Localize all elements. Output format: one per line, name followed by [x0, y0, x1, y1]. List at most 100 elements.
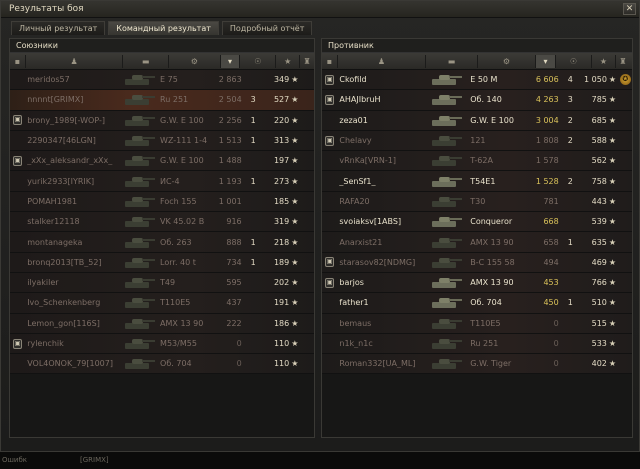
table-row[interactable]: ▣ starasov82[NDMG] B-C 155 58 494 469 ★: [322, 252, 632, 273]
tank-name: Conqueror: [470, 217, 513, 227]
platoon-icon: ▣: [325, 257, 335, 268]
platoon-cell: ▣: [10, 338, 25, 349]
table-row[interactable]: _SenSf1_ T54E1 1 528 2 758 ★: [322, 171, 632, 192]
table-row[interactable]: montanageka Об. 263 888 1 218 ★: [10, 232, 314, 253]
table-row[interactable]: Anarxist21 AMX 13 90 658 1 635 ★: [322, 232, 632, 253]
damage-value: 437: [226, 298, 242, 308]
tank-icon: [116, 355, 160, 373]
star-icon: ★: [608, 318, 617, 328]
table-row[interactable]: ilyakiler T49 595 202 ★: [10, 272, 314, 294]
platoon-icon: ▣: [13, 338, 23, 349]
exp-sort-icon[interactable]: ★: [592, 54, 616, 68]
status-sort-icon[interactable]: ♜: [616, 55, 630, 68]
table-row[interactable]: Roman332[UA_ML] G.W. Tiger 0 402 ★: [322, 354, 632, 375]
table-row[interactable]: svoiaksv[1ABS] Conqueror 668 539 ★: [322, 212, 632, 233]
tank-name: T-62A: [470, 156, 493, 166]
player-sort-icon[interactable]: ♟: [338, 54, 426, 68]
table-row[interactable]: ▣ Chelavy 121 1 808 2 588 ★: [322, 130, 632, 152]
tank-icon: [116, 314, 160, 332]
tank-sort-icon[interactable]: ▬: [426, 54, 478, 68]
star-icon: ★: [608, 217, 617, 227]
table-row[interactable]: father1 Об. 704 450 1 510 ★: [322, 293, 632, 314]
player-name: Chelavy: [339, 136, 372, 146]
tank-sort-icon[interactable]: ▬: [123, 54, 169, 68]
tank-name: M53/M55: [160, 339, 197, 348]
damage-sort-icon[interactable]: ▾: [536, 54, 556, 68]
table-row[interactable]: zeza01 G.W. E 100 3 004 2 685 ★: [322, 110, 632, 131]
table-row[interactable]: ▣ AHAJIbruH Об. 140 4 263 3 785 ★: [322, 90, 632, 111]
kills-sort-icon[interactable]: ☉: [556, 54, 592, 68]
table-row[interactable]: ▣ brony_1989[-WOP-] G.W. E 100 2 256 1 220 ★: [10, 110, 314, 131]
tab-personal-result[interactable]: Личный результат: [11, 21, 106, 35]
table-row[interactable]: meridos57 E 75 2 863 349 ★: [10, 70, 314, 91]
player-name: meridos57: [27, 75, 70, 85]
kills-value: 1: [250, 115, 256, 125]
tank-icon: [116, 213, 160, 231]
tab-team-result[interactable]: Командный результат: [108, 21, 219, 35]
status-sort-icon[interactable]: ♜: [300, 55, 314, 68]
kills-sort-icon[interactable]: ☉: [240, 54, 277, 68]
player-name: VOL4ONOK_79[1007]: [27, 359, 113, 369]
tab-detailed-report[interactable]: Подробный отчёт: [221, 21, 313, 35]
damage-value: 658: [543, 237, 559, 247]
kills-value: 1: [567, 298, 573, 308]
tank-icon: [420, 274, 470, 292]
player-name: yurik2933[IYRIK]: [27, 176, 95, 186]
player-name: Anarxist21: [339, 237, 383, 247]
platoon-sort-icon[interactable]: ▪: [322, 54, 338, 68]
table-row[interactable]: ▣ barjos AMX 13 90 453 766 ★: [322, 272, 632, 294]
table-row[interactable]: ▣ Ckofild E 50 M 6 606 4 1 050 ★ ✪: [322, 70, 632, 91]
kills-value: 1: [250, 176, 256, 186]
star-icon: ★: [291, 95, 299, 105]
tank-name: Об. 140: [470, 95, 502, 105]
table-row[interactable]: VOL4ONOK_79[1007] Об. 704 0 110 ★: [10, 354, 314, 375]
enemies-panel: Противник ▪ ♟ ▬ ⚙ ▾ ☉ ★ ♜ ▣ Ckofild E 50 M…: [321, 38, 633, 438]
damage-value: 1 488: [218, 156, 242, 166]
exp-sort-icon[interactable]: ★: [276, 54, 301, 68]
table-row[interactable]: ▣ rylenchik M53/M55 0 110 ★: [10, 333, 314, 355]
star-icon: ★: [608, 237, 617, 247]
table-row[interactable]: n1k_n1c Ru 251 0 533 ★: [322, 333, 632, 355]
table-row[interactable]: yurik2933[IYRIK] ИС-4 1 193 1 273 ★: [10, 171, 314, 192]
player-name: n1k_n1c: [339, 339, 373, 348]
close-button[interactable]: ✕: [623, 3, 636, 15]
tank-name-sort-icon[interactable]: ⚙: [169, 54, 221, 68]
table-row[interactable]: bronq2013[TB_52] Lorr. 40 t 734 1 189 ★: [10, 252, 314, 273]
table-row[interactable]: bemaus T110E5 0 515 ★: [322, 313, 632, 334]
star-icon: ★: [291, 196, 299, 206]
medal-icon[interactable]: ✪: [619, 74, 631, 86]
tank-name: AMX 13 90: [470, 237, 514, 247]
player-sort-icon[interactable]: ♟: [26, 54, 124, 68]
table-row[interactable]: Ivo_Schenkenberg T110E5 437 191 ★: [10, 293, 314, 314]
table-row[interactable]: nnnnt[GRIMX] Ru 251 2 504 3 527 ★: [10, 90, 314, 111]
player-name: 2290347[46LGN]: [27, 136, 96, 146]
damage-value: 916: [226, 217, 242, 227]
damage-value: 781: [543, 196, 559, 206]
table-row[interactable]: Lemon_gon[116S] AMX 13 90 222 186 ★: [10, 313, 314, 334]
tank-name: G.W. E 100: [160, 115, 204, 125]
damage-value: 0: [236, 339, 242, 348]
table-row[interactable]: vRnKa[VRN-1] T-62A 1 578 562 ★: [322, 151, 632, 172]
experience-value: 588: [591, 136, 607, 146]
damage-value: 2 504: [218, 95, 242, 105]
table-row[interactable]: POMAH1981 Foch 155 1 001 185 ★: [10, 191, 314, 213]
experience-value: 402: [591, 359, 607, 369]
table-row[interactable]: 2290347[46LGN] WZ-111 1-4 1 513 1 313 ★: [10, 130, 314, 152]
platoon-icon: ▣: [325, 74, 335, 85]
platoon-sort-icon[interactable]: ▪: [10, 54, 26, 68]
tank-icon: [420, 192, 470, 210]
experience-value: 515: [591, 318, 607, 328]
damage-value: 0: [553, 359, 559, 369]
table-row[interactable]: RAFA20 T30 781 443 ★: [322, 191, 632, 213]
experience-value: 189: [273, 257, 290, 267]
experience-value: 319: [273, 217, 290, 227]
damage-sort-icon[interactable]: ▾: [220, 54, 241, 68]
tank-name-sort-icon[interactable]: ⚙: [478, 54, 536, 68]
tank-name: Об. 704: [160, 359, 192, 369]
star-icon: ★: [291, 136, 299, 146]
tank-icon: [420, 233, 470, 251]
platoon-icon: ▣: [325, 135, 335, 146]
table-row[interactable]: stalker12118 VK 45.02 B 916 319 ★: [10, 212, 314, 233]
star-icon: ★: [608, 298, 617, 308]
table-row[interactable]: ▣ _xXx_aleksandr_xXx_ G.W. E 100 1 488 197 ★: [10, 151, 314, 172]
